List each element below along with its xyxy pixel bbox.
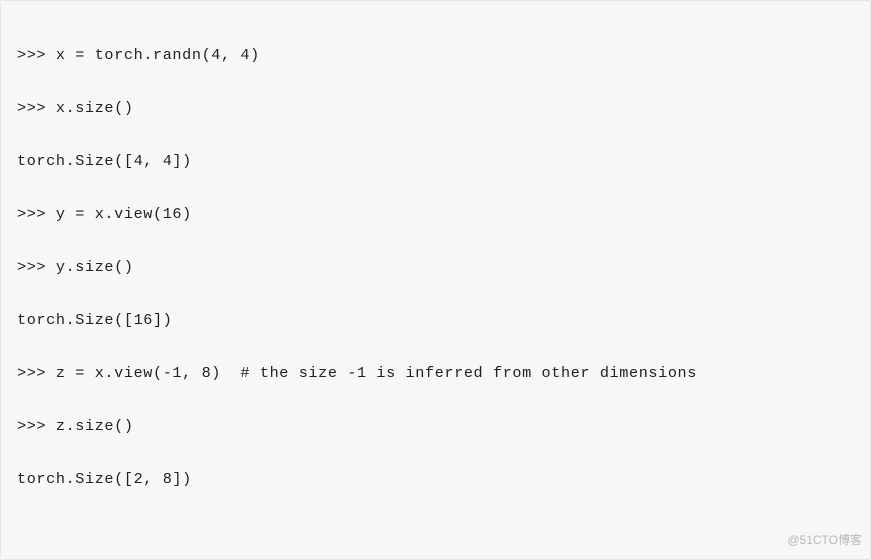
watermark-text: @51CTO博客 [787, 527, 862, 554]
code-line: torch.Size([4, 4]) [17, 148, 854, 175]
code-block: >>> x = torch.randn(4, 4) >>> x.size() t… [0, 0, 871, 560]
code-line: >>> y = x.view(16) [17, 201, 854, 228]
code-line: >>> z.size() [17, 413, 854, 440]
code-line: >>> y.size() [17, 254, 854, 281]
code-line: >>> z = x.view(-1, 8) # the size -1 is i… [17, 360, 854, 387]
code-line: torch.Size([16]) [17, 307, 854, 334]
code-line: >>> x.size() [17, 95, 854, 122]
code-line: >>> x = torch.randn(4, 4) [17, 42, 854, 69]
code-line: torch.Size([2, 8]) [17, 466, 854, 493]
blank-line [17, 519, 854, 546]
